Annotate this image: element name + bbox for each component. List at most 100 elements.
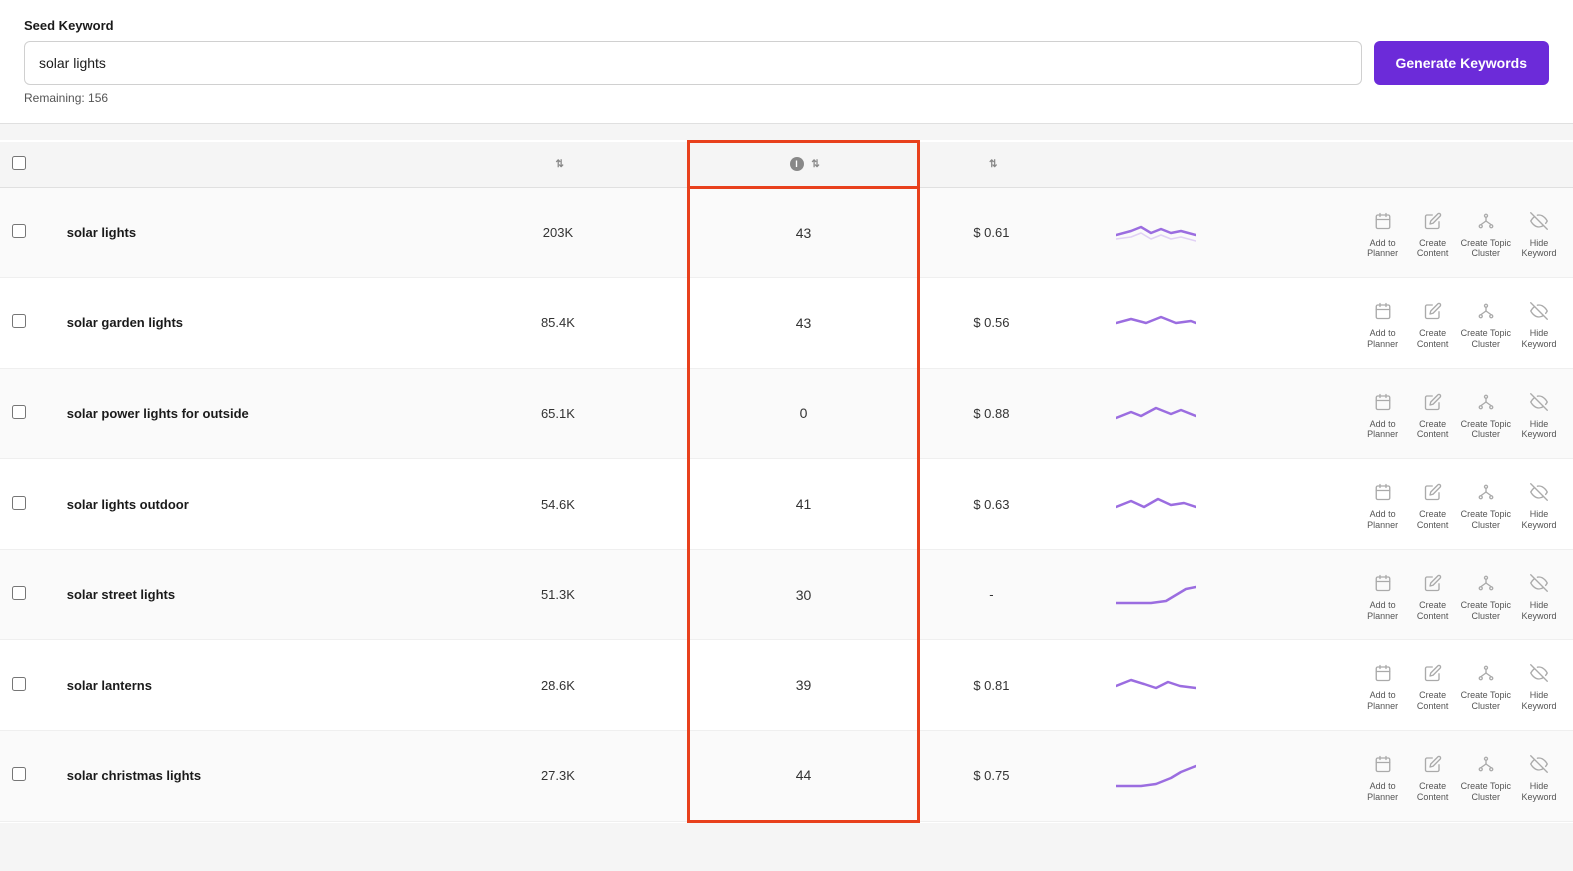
row-checkbox[interactable] xyxy=(12,314,26,328)
create-content-button[interactable]: CreateContent xyxy=(1411,387,1455,441)
row-checkbox[interactable] xyxy=(12,677,26,691)
table-row: solar street lights 51.3K 30 - Add toPla… xyxy=(0,549,1573,640)
row-checkbox[interactable] xyxy=(12,586,26,600)
add-to-planner-button[interactable]: Add toPlanner xyxy=(1361,568,1405,622)
hide-keyword-button[interactable]: HideKeyword xyxy=(1517,477,1561,531)
add-to-planner-button[interactable]: Add toPlanner xyxy=(1361,387,1405,441)
volume-sort-icon[interactable]: ⇅ xyxy=(556,159,565,170)
table-row: solar lights outdoor 54.6K 41 $ 0.63 Add… xyxy=(0,459,1573,550)
create-content-label: CreateContent xyxy=(1417,419,1449,441)
volume-cell: 54.6K xyxy=(429,459,688,550)
select-all-checkbox[interactable] xyxy=(12,156,26,170)
create-content-label: CreateContent xyxy=(1417,781,1449,803)
header-difficulty: i ⇅ xyxy=(688,142,918,188)
create-content-button[interactable]: CreateContent xyxy=(1411,658,1455,712)
hide-keyword-button[interactable]: HideKeyword xyxy=(1517,568,1561,622)
hide-keyword-button[interactable]: HideKeyword xyxy=(1517,749,1561,803)
row-checkbox-cell xyxy=(0,549,55,640)
add-to-planner-button[interactable]: Add toPlanner xyxy=(1361,296,1405,350)
trend-cell xyxy=(1063,278,1250,369)
add-to-planner-button[interactable]: Add toPlanner xyxy=(1361,477,1405,531)
row-checkbox[interactable] xyxy=(12,767,26,781)
table-row: solar lights 203K 43 $ 0.61 Add toPlanne… xyxy=(0,187,1573,278)
add-to-planner-icon xyxy=(1368,206,1398,236)
remaining-text: Remaining: 156 xyxy=(24,91,1549,105)
hide-keyword-label: HideKeyword xyxy=(1521,238,1556,260)
hide-keyword-icon xyxy=(1524,658,1554,688)
row-checkbox[interactable] xyxy=(12,496,26,510)
create-content-icon xyxy=(1418,568,1448,598)
hide-keyword-button[interactable]: HideKeyword xyxy=(1517,387,1561,441)
create-topic-cluster-button[interactable]: Create TopicCluster xyxy=(1461,206,1511,260)
volume-cell: 51.3K xyxy=(429,549,688,640)
hide-keyword-icon xyxy=(1524,387,1554,417)
create-content-button[interactable]: CreateContent xyxy=(1411,749,1455,803)
create-topic-cluster-button[interactable]: Create TopicCluster xyxy=(1461,387,1511,441)
keyword-cell: solar christmas lights xyxy=(55,731,429,822)
hide-keyword-button[interactable]: HideKeyword xyxy=(1517,296,1561,350)
cpc-cell: $ 0.75 xyxy=(919,731,1063,822)
trend-cell xyxy=(1063,368,1250,459)
row-checkbox-cell xyxy=(0,187,55,278)
table-row: solar lanterns 28.6K 39 $ 0.81 Add toPla… xyxy=(0,640,1573,731)
hide-keyword-label: HideKeyword xyxy=(1521,600,1556,622)
create-topic-cluster-button[interactable]: Create TopicCluster xyxy=(1461,477,1511,531)
difficulty-info-icon[interactable]: i xyxy=(790,157,804,171)
action-cell: Add toPlanner CreateContent Create Topic… xyxy=(1250,278,1573,369)
create-topic-cluster-icon xyxy=(1471,749,1501,779)
row-checkbox[interactable] xyxy=(12,224,26,238)
action-cell: Add toPlanner CreateContent Create Topic… xyxy=(1250,459,1573,550)
add-to-planner-button[interactable]: Add toPlanner xyxy=(1361,206,1405,260)
row-checkbox[interactable] xyxy=(12,405,26,419)
seed-input[interactable] xyxy=(24,41,1362,85)
create-content-icon xyxy=(1418,477,1448,507)
hide-keyword-button[interactable]: HideKeyword xyxy=(1517,206,1561,260)
create-topic-cluster-label: Create TopicCluster xyxy=(1461,781,1511,803)
cpc-sort-icon[interactable]: ⇅ xyxy=(989,159,998,170)
volume-cell: 27.3K xyxy=(429,731,688,822)
table-header-row: ⇅ i ⇅ ⇅ xyxy=(0,142,1573,188)
hide-keyword-label: HideKeyword xyxy=(1521,690,1556,712)
create-topic-cluster-label: Create TopicCluster xyxy=(1461,328,1511,350)
volume-cell: 85.4K xyxy=(429,278,688,369)
cpc-cell: $ 0.88 xyxy=(919,368,1063,459)
add-to-planner-button[interactable]: Add toPlanner xyxy=(1361,749,1405,803)
header-keywords xyxy=(55,142,429,188)
table-row: solar power lights for outside 65.1K 0 $… xyxy=(0,368,1573,459)
add-to-planner-button[interactable]: Add toPlanner xyxy=(1361,658,1405,712)
create-content-icon xyxy=(1418,749,1448,779)
create-topic-cluster-button[interactable]: Create TopicCluster xyxy=(1461,568,1511,622)
create-topic-cluster-button[interactable]: Create TopicCluster xyxy=(1461,658,1511,712)
table-body: solar lights 203K 43 $ 0.61 Add toPlanne… xyxy=(0,187,1573,821)
hide-keyword-label: HideKeyword xyxy=(1521,419,1556,441)
create-topic-cluster-icon xyxy=(1471,568,1501,598)
hide-keyword-button[interactable]: HideKeyword xyxy=(1517,658,1561,712)
keyword-name: solar christmas lights xyxy=(67,768,201,783)
create-content-button[interactable]: CreateContent xyxy=(1411,206,1455,260)
create-topic-cluster-button[interactable]: Create TopicCluster xyxy=(1461,296,1511,350)
row-checkbox-cell xyxy=(0,731,55,822)
volume-cell: 203K xyxy=(429,187,688,278)
action-cell: Add toPlanner CreateContent Create Topic… xyxy=(1250,187,1573,278)
hide-keyword-label: HideKeyword xyxy=(1521,509,1556,531)
add-to-planner-icon xyxy=(1368,477,1398,507)
cpc-cell: $ 0.63 xyxy=(919,459,1063,550)
seed-label: Seed Keyword xyxy=(24,18,1549,33)
create-topic-cluster-label: Create TopicCluster xyxy=(1461,419,1511,441)
difficulty-sort-icon[interactable]: ⇅ xyxy=(811,159,820,170)
keyword-name: solar power lights for outside xyxy=(67,406,249,421)
header-checkbox-cell xyxy=(0,142,55,188)
keyword-cell: solar lanterns xyxy=(55,640,429,731)
keyword-cell: solar lights outdoor xyxy=(55,459,429,550)
difficulty-cell: 39 xyxy=(688,640,918,731)
difficulty-cell: 43 xyxy=(688,187,918,278)
add-planner-label: Add toPlanner xyxy=(1367,600,1398,622)
cpc-cell: - xyxy=(919,549,1063,640)
row-checkbox-cell xyxy=(0,278,55,369)
generate-keywords-button[interactable]: Generate Keywords xyxy=(1374,41,1550,85)
create-topic-cluster-button[interactable]: Create TopicCluster xyxy=(1461,749,1511,803)
create-content-button[interactable]: CreateContent xyxy=(1411,568,1455,622)
create-content-button[interactable]: CreateContent xyxy=(1411,477,1455,531)
create-content-button[interactable]: CreateContent xyxy=(1411,296,1455,350)
action-cell: Add toPlanner CreateContent Create Topic… xyxy=(1250,549,1573,640)
